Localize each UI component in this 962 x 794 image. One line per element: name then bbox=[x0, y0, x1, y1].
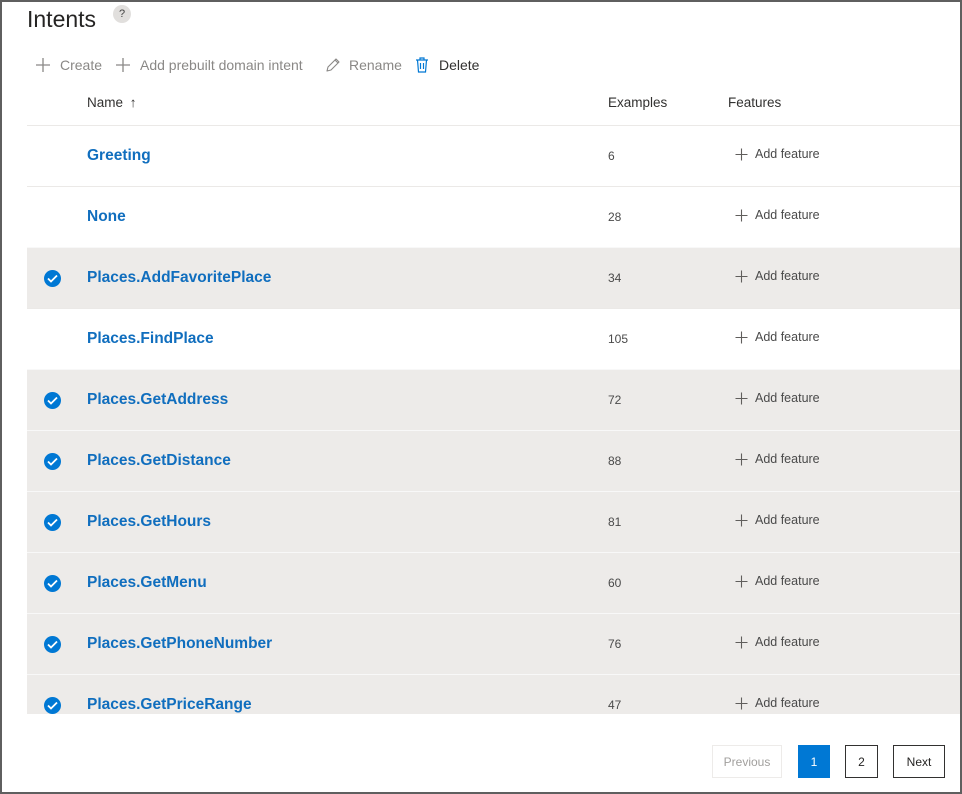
check-circle-icon[interactable] bbox=[44, 270, 61, 287]
table-row[interactable]: Places.GetDistance 88 Add feature bbox=[27, 430, 960, 491]
column-header-examples[interactable]: Examples bbox=[608, 95, 667, 110]
intents-list: Greeting 6 Add feature None 28 Add feature Pla… bbox=[27, 125, 960, 714]
intent-name-link[interactable]: Places.AddFavoritePlace bbox=[87, 269, 271, 287]
intent-name-link[interactable]: Places.GetPriceRange bbox=[87, 696, 252, 714]
add-feature-button[interactable]: Add feature bbox=[735, 269, 820, 283]
intent-name-link[interactable]: Places.GetHours bbox=[87, 513, 211, 531]
check-circle-icon[interactable] bbox=[44, 636, 61, 653]
plus-icon bbox=[34, 56, 52, 74]
examples-count: 88 bbox=[608, 454, 622, 468]
plus-icon bbox=[735, 575, 748, 588]
add-feature-label: Add feature bbox=[755, 574, 820, 588]
table-row[interactable]: Places.FindPlace 105 Add feature bbox=[27, 308, 960, 369]
add-feature-button[interactable]: Add feature bbox=[735, 513, 820, 527]
examples-count: 28 bbox=[608, 210, 622, 224]
add-feature-button[interactable]: Add feature bbox=[735, 147, 820, 161]
add-feature-label: Add feature bbox=[755, 696, 820, 710]
examples-count: 76 bbox=[608, 637, 622, 651]
examples-count: 81 bbox=[608, 515, 622, 529]
examples-count: 6 bbox=[608, 149, 615, 163]
page-title: Intents bbox=[27, 6, 97, 32]
help-icon[interactable]: ? bbox=[113, 5, 131, 23]
table-row[interactable]: None 28 Add feature bbox=[27, 186, 960, 247]
check-circle-icon[interactable] bbox=[44, 697, 61, 714]
sort-ascending-icon: ↑ bbox=[129, 95, 137, 110]
add-feature-button[interactable]: Add feature bbox=[735, 635, 820, 649]
plus-icon bbox=[735, 514, 748, 527]
page-2-button[interactable]: 2 bbox=[845, 745, 878, 778]
page-1-button[interactable]: 1 bbox=[798, 745, 830, 778]
plus-icon bbox=[735, 331, 748, 344]
add-prebuilt-domain-intent-button: Add prebuilt domain intent bbox=[114, 56, 303, 74]
add-feature-button[interactable]: Add feature bbox=[735, 330, 820, 344]
rename-label: Rename bbox=[349, 57, 402, 73]
plus-icon bbox=[735, 209, 748, 222]
intent-name-link[interactable]: Places.GetPhoneNumber bbox=[87, 635, 272, 653]
column-header-name[interactable]: Name ↑ bbox=[87, 95, 137, 110]
add-feature-label: Add feature bbox=[755, 269, 820, 283]
examples-count: 60 bbox=[608, 576, 622, 590]
add-feature-button[interactable]: Add feature bbox=[735, 452, 820, 466]
add-feature-label: Add feature bbox=[755, 330, 820, 344]
intent-name-link[interactable]: Places.FindPlace bbox=[87, 330, 214, 348]
table-row[interactable]: Places.GetPhoneNumber 76 Add feature bbox=[27, 613, 960, 674]
add-feature-label: Add feature bbox=[755, 513, 820, 527]
check-circle-icon[interactable] bbox=[44, 392, 61, 409]
pencil-icon bbox=[323, 56, 341, 74]
intent-name-link[interactable]: None bbox=[87, 208, 126, 226]
create-button: Create bbox=[34, 56, 102, 74]
create-label: Create bbox=[60, 57, 103, 73]
add-feature-button[interactable]: Add feature bbox=[735, 391, 820, 405]
add-feature-label: Add feature bbox=[755, 452, 820, 466]
trash-icon bbox=[413, 56, 431, 74]
add-feature-button[interactable]: Add feature bbox=[735, 574, 820, 588]
check-circle-icon[interactable] bbox=[44, 453, 61, 470]
table-row[interactable]: Places.GetMenu 60 Add feature bbox=[27, 552, 960, 613]
examples-count: 47 bbox=[608, 698, 622, 712]
examples-count: 105 bbox=[608, 332, 629, 346]
plus-icon bbox=[735, 270, 748, 283]
add-feature-label: Add feature bbox=[755, 391, 820, 405]
plus-icon bbox=[735, 148, 748, 161]
check-circle-icon[interactable] bbox=[44, 575, 61, 592]
intent-name-link[interactable]: Greeting bbox=[87, 147, 151, 165]
table-row[interactable]: Greeting 6 Add feature bbox=[27, 125, 960, 186]
check-circle-icon[interactable] bbox=[44, 514, 61, 531]
add-feature-label: Add feature bbox=[755, 147, 820, 161]
table-row[interactable]: Places.AddFavoritePlace 34 Add feature bbox=[27, 247, 960, 308]
plus-icon bbox=[735, 453, 748, 466]
plus-icon bbox=[735, 636, 748, 649]
table-row[interactable]: Places.GetAddress 72 Add feature bbox=[27, 369, 960, 430]
intents-panel: Intents ? Create Add prebuilt domain int… bbox=[0, 0, 962, 794]
plus-icon bbox=[735, 392, 748, 405]
delete-label: Delete bbox=[439, 57, 480, 73]
intent-name-link[interactable]: Places.GetAddress bbox=[87, 391, 228, 409]
next-page-button[interactable]: Next bbox=[893, 745, 945, 778]
intent-name-link[interactable]: Places.GetDistance bbox=[87, 452, 231, 470]
column-header-features[interactable]: Features bbox=[728, 95, 781, 110]
column-header-name-label: Name bbox=[87, 95, 124, 110]
intent-name-link[interactable]: Places.GetMenu bbox=[87, 574, 207, 592]
table-row[interactable]: Places.GetHours 81 Add feature bbox=[27, 491, 960, 552]
examples-count: 34 bbox=[608, 271, 622, 285]
examples-count: 72 bbox=[608, 393, 622, 407]
previous-page-button[interactable]: Previous bbox=[712, 745, 782, 778]
add-feature-label: Add feature bbox=[755, 208, 820, 222]
add-feature-button[interactable]: Add feature bbox=[735, 696, 820, 710]
add-prebuilt-label: Add prebuilt domain intent bbox=[140, 57, 303, 73]
plus-icon bbox=[735, 697, 748, 710]
table-row[interactable]: Places.GetPriceRange 47 Add feature bbox=[27, 674, 960, 714]
add-feature-label: Add feature bbox=[755, 635, 820, 649]
plus-icon bbox=[114, 56, 132, 74]
delete-button[interactable]: Delete bbox=[413, 56, 479, 74]
rename-button: Rename bbox=[323, 56, 402, 74]
add-feature-button[interactable]: Add feature bbox=[735, 208, 820, 222]
